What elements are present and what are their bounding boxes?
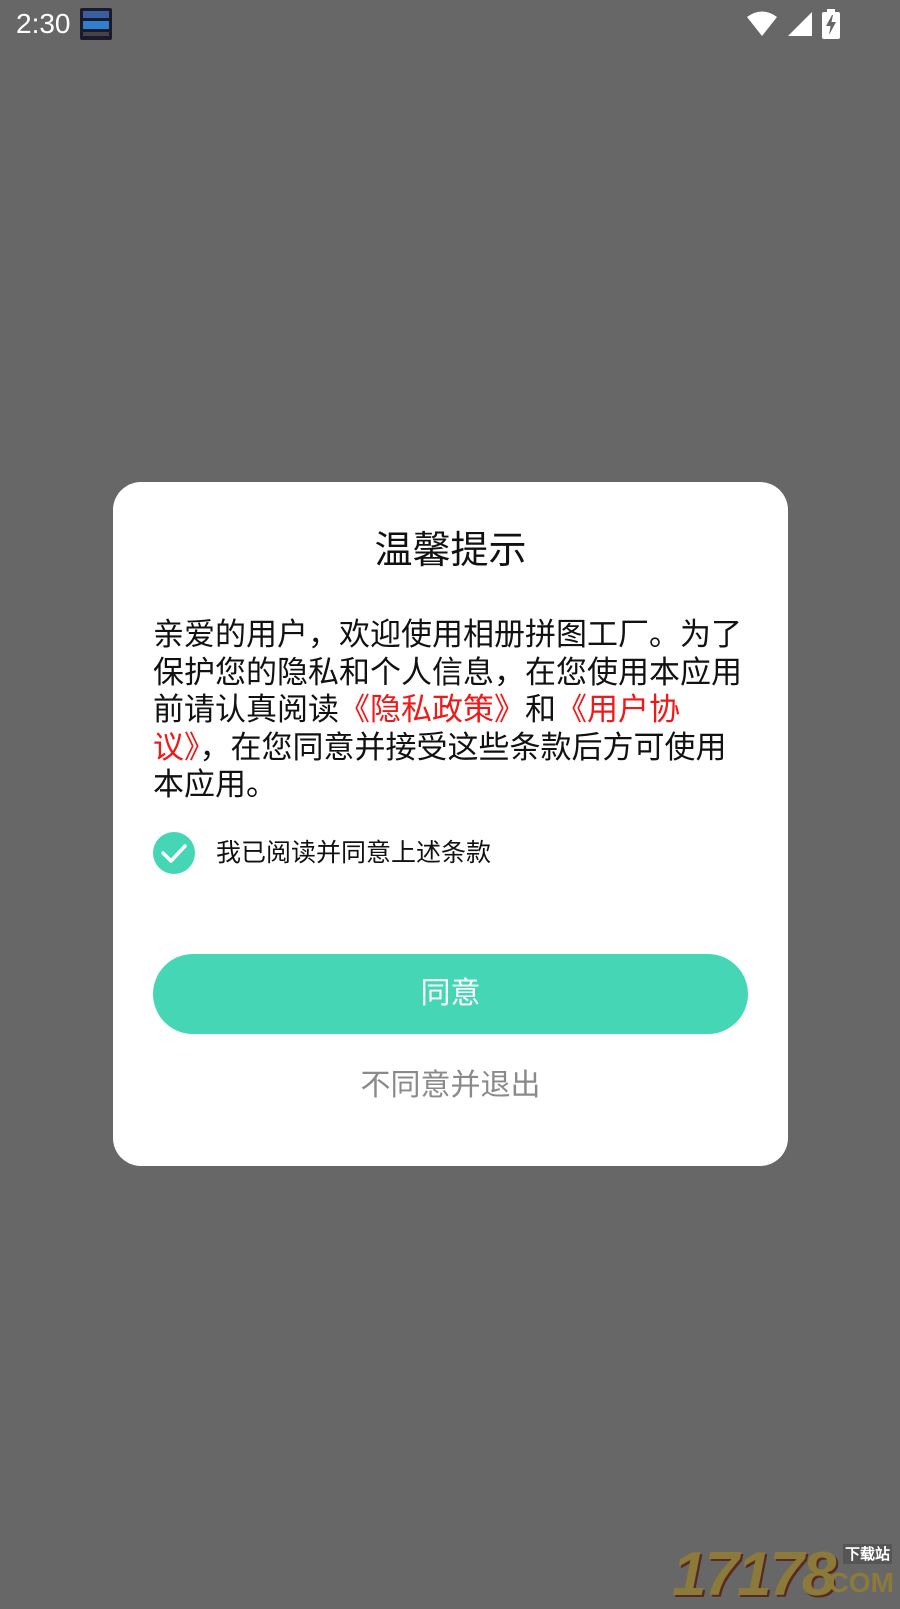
status-bar: 2:30 (0, 0, 900, 48)
app-notification-icon (80, 8, 112, 40)
agree-button[interactable]: 同意 (153, 954, 748, 1034)
agree-terms-checkbox[interactable] (153, 832, 195, 874)
message-and: 和 (525, 692, 556, 728)
checkmark-icon (160, 842, 188, 864)
watermark-domain: .COM (821, 1568, 894, 1598)
message-outro: ，在您同意并接受这些条款后方可使用本应用。 (153, 730, 727, 804)
wifi-icon (746, 10, 778, 38)
dialog-message: 亲爱的用户，欢迎使用相册拼图工厂。为了保护您的隐私和个人信息，在您使用本应用前请… (153, 617, 753, 805)
status-time: 2:30 (16, 6, 71, 42)
watermark-sub: 下载站 (843, 1544, 892, 1564)
battery-charging-icon (822, 9, 840, 39)
status-icons (746, 8, 840, 40)
privacy-policy-link[interactable]: 《隐私政策》 (339, 692, 525, 728)
decline-and-exit-button[interactable]: 不同意并退出 (113, 1062, 788, 1110)
site-watermark: 17178 下载站 .COM (672, 1538, 894, 1600)
cellular-signal-icon (786, 10, 814, 38)
privacy-dialog: 温馨提示 亲爱的用户，欢迎使用相册拼图工厂。为了保护您的隐私和个人信息，在您使用… (113, 482, 788, 1166)
watermark-number: 17178 (672, 1544, 834, 1606)
agree-terms-label[interactable]: 我已阅读并同意上述条款 (216, 832, 491, 874)
dialog-title: 温馨提示 (113, 522, 788, 578)
agree-terms-checkbox-row[interactable]: 我已阅读并同意上述条款 (153, 832, 491, 874)
